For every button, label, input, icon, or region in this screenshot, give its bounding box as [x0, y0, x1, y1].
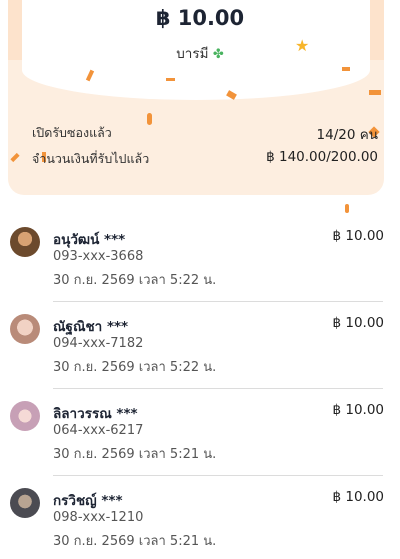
receiver-amount: ฿ 10.00	[332, 228, 384, 244]
opened-label: เปิดรับซองแล้ว	[32, 125, 112, 140]
receiver-amount: ฿ 10.00	[332, 315, 384, 331]
confetti-piece	[345, 204, 349, 213]
confetti-piece	[342, 67, 350, 71]
confetti-piece	[10, 152, 20, 163]
receiver-time: 30 ก.ย. 2569 เวลา 5:21 น.	[53, 447, 217, 462]
receiver-phone: 093-xxx-3668	[53, 249, 144, 264]
receiver-phone: 064-xxx-6217	[53, 423, 144, 438]
receiver-name: กรวิชญ์ ***	[53, 493, 123, 509]
envelope-label-row: บารมี ✤	[0, 42, 400, 64]
list-item[interactable]: ลิลาวรรณ *** 064-xxx-6217 30 ก.ย. 2569 เ…	[0, 389, 400, 476]
avatar	[10, 314, 40, 344]
receiver-name: ลิลาวรรณ ***	[53, 406, 138, 422]
receiver-amount: ฿ 10.00	[332, 402, 384, 418]
avatar	[10, 488, 40, 518]
confetti-piece	[166, 78, 175, 81]
list-item[interactable]: กรวิชญ์ *** 098-xxx-1210 30 ก.ย. 2569 เว…	[0, 476, 400, 559]
received-label: จำนวนเงินที่รับไปแล้ว	[32, 151, 150, 166]
list-item[interactable]: ณัฐณิชา *** 094-xxx-7182 30 ก.ย. 2569 เว…	[0, 302, 400, 389]
opened-stat-row: เปิดรับซองแล้ว 14/20 คน	[32, 123, 378, 143]
receiver-name: อนุวัฒน์ ***	[53, 232, 126, 248]
envelope-amount: ฿ 10.00	[155, 6, 245, 30]
opened-value: 14/20 คน	[316, 127, 378, 143]
envelope-label: บารมี	[176, 46, 209, 62]
receiver-list: อนุวัฒน์ *** 093-xxx-3668 30 ก.ย. 2569 เ…	[0, 215, 400, 559]
confetti-piece	[369, 90, 381, 95]
avatar	[10, 401, 40, 431]
receiver-phone: 098-xxx-1210	[53, 510, 144, 525]
list-item[interactable]: อนุวัฒน์ *** 093-xxx-3668 30 ก.ย. 2569 เ…	[0, 215, 400, 302]
avatar	[10, 227, 40, 257]
clover-icon: ✤	[212, 47, 224, 62]
receiver-time: 30 ก.ย. 2569 เวลา 5:21 น.	[53, 534, 217, 549]
received-value: ฿ 140.00/200.00	[266, 149, 378, 165]
receiver-time: 30 ก.ย. 2569 เวลา 5:22 น.	[53, 273, 217, 288]
received-stat-row: จำนวนเงินที่รับไปแล้ว ฿ 140.00/200.00	[32, 149, 378, 169]
receiver-time: 30 ก.ย. 2569 เวลา 5:22 น.	[53, 360, 217, 375]
receiver-name: ณัฐณิชา ***	[53, 319, 129, 335]
receiver-amount: ฿ 10.00	[332, 489, 384, 505]
receiver-phone: 094-xxx-7182	[53, 336, 144, 351]
